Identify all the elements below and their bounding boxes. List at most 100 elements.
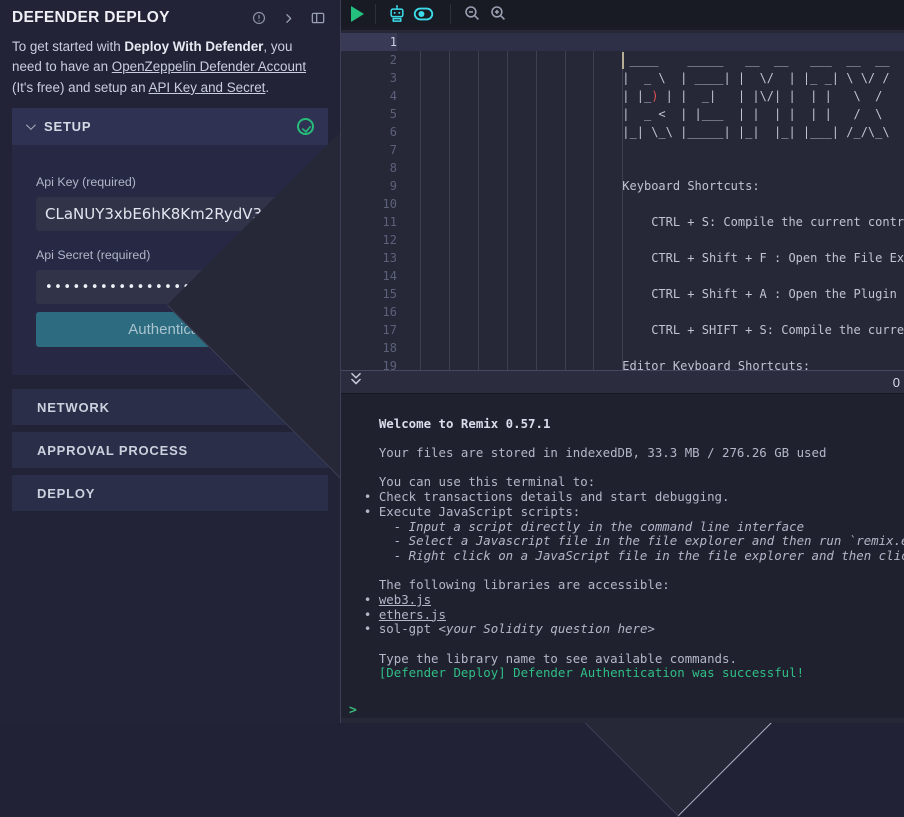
editor-line[interactable]: 12 <box>341 231 904 249</box>
terminal-line: Welcome to Remix 0.57.1 <box>341 417 904 432</box>
editor-lines: 12 ____ _____ __ __ ___ __ __ 3 | _ \ | _… <box>341 30 904 370</box>
terminal-line: - Select a Javascript file in the file e… <box>341 534 904 549</box>
line-number: 7 <box>341 141 397 159</box>
editor-line[interactable]: 5 | _ < | |___ | | | | | | / \ <box>341 105 904 123</box>
editor-line[interactable]: 17 CTRL + SHIFT + S: Compile the current… <box>341 321 904 339</box>
plugin-intro-text: To get started with Deploy With Defender… <box>0 31 336 98</box>
text-part: (It's free) and setup an <box>12 80 149 95</box>
copilot-toggle[interactable] <box>410 1 436 27</box>
line-number: 9 <box>341 177 397 195</box>
terminal-header[interactable]: 0 <box>341 370 904 394</box>
text-part: | | _| | |\/| | | | \ / <box>658 89 882 103</box>
editor-line[interactable]: 13 CTRL + Shift + F : Open the File Expl… <box>341 249 904 267</box>
chevron-down-icon <box>26 120 36 130</box>
text-part: | _ \ | ____| | \/ | |_ _| \ \/ / <box>420 71 890 85</box>
terminal-line <box>341 681 904 696</box>
text-part: CTRL + Shift + A : Open the Plugin Manag… <box>420 287 904 301</box>
expand-terminal-double-chevron-icon[interactable] <box>349 372 363 392</box>
line-number: 6 <box>341 123 397 141</box>
link[interactable]: API Key and Secret <box>149 80 266 95</box>
editor-toolbar <box>341 0 904 30</box>
line-number: 11 <box>341 213 397 231</box>
code-editor[interactable]: 12 ____ _____ __ __ ___ __ __ 3 | _ \ | _… <box>341 30 904 370</box>
text-part: • Execute JavaScript scripts: <box>349 504 580 519</box>
robot-icon <box>387 4 407 24</box>
text-part: ____ _____ __ __ ___ __ __ <box>420 53 890 67</box>
terminal-line <box>341 564 904 579</box>
text-part: CTRL + SHIFT + S: Compile the current co… <box>420 323 904 337</box>
zoom-out-icon <box>463 4 482 23</box>
split-panel-icon[interactable] <box>310 10 326 26</box>
line-number: 10 <box>341 195 397 213</box>
line-number: 15 <box>341 285 397 303</box>
link[interactable]: OpenZeppelin Defender Account <box>112 59 306 74</box>
info-alert-icon[interactable] <box>251 10 267 26</box>
terminal-line: • web3.js <box>341 593 904 608</box>
setup-accordion-header[interactable]: SETUP <box>12 108 328 145</box>
terminal-prompt[interactable]: > <box>341 703 904 718</box>
terminal-line: - Input a script directly in the command… <box>341 520 904 535</box>
text-part: . <box>265 80 269 95</box>
text-part: | _ < | |___ | | | | | | / \ <box>420 107 882 121</box>
terminal-output: Welcome to Remix 0.57.1 Your files are s… <box>341 394 904 718</box>
editor-line[interactable]: 18 <box>341 339 904 357</box>
ai-copilot-button[interactable] <box>384 1 410 27</box>
text-part: - Right click on a JavaScript file in th… <box>349 548 904 563</box>
terminal-line: • sol-gpt <your Solidity question here> <box>341 622 904 637</box>
editor-line[interactable]: 8 <box>341 159 904 177</box>
main-area: 12 ____ _____ __ __ ___ __ __ 3 | _ \ | _… <box>340 0 904 723</box>
editor-line[interactable]: 11 CTRL + S: Compile the current contrac… <box>341 213 904 231</box>
code-text: CTRL + S: Compile the current contract <box>420 213 904 231</box>
zoom-in-button[interactable] <box>485 1 511 27</box>
editor-line[interactable]: 4 | |_) | | _| | |\/| | | | \ / <box>341 87 904 105</box>
link[interactable]: web3.js <box>379 592 431 607</box>
code-text: | |_) | | _| | |\/| | | | \ / <box>420 87 882 105</box>
line-number: 12 <box>341 231 397 249</box>
deploy-accordion-header[interactable]: DEPLOY <box>12 475 328 511</box>
terminal-lines: Welcome to Remix 0.57.1 Your files are s… <box>341 402 904 696</box>
text-part: <your Solidity question here> <box>439 621 655 636</box>
editor-line[interactable]: 19 Editor Keyboard Shortcuts: <box>341 357 904 370</box>
text-part: Type the library name to see available c… <box>349 651 737 666</box>
terminal-line: Type the library name to see available c… <box>341 652 904 667</box>
text-part: | |_ <box>420 89 651 103</box>
terminal-line: Your files are stored in indexedDB, 33.3… <box>341 446 904 461</box>
link[interactable]: ethers.js <box>379 607 446 622</box>
editor-line[interactable]: 14 <box>341 267 904 285</box>
editor-line[interactable]: 3 | _ \ | ____| | \/ | |_ _| \ \/ / <box>341 69 904 87</box>
check-circle-icon <box>297 118 314 135</box>
text-part: Welcome to Remix 0.57.1 <box>379 416 551 431</box>
code-text: | _ < | |___ | | | | | | / \ <box>420 105 882 123</box>
editor-line[interactable]: 15 CTRL + Shift + A : Open the Plugin Ma… <box>341 285 904 303</box>
network-section-label: NETWORK <box>37 400 110 415</box>
editor-line[interactable]: 16 <box>341 303 904 321</box>
toggle-on-icon <box>412 4 435 24</box>
editor-cursor <box>622 52 624 69</box>
editor-line[interactable]: 1 <box>341 33 904 51</box>
code-text: ____ _____ __ __ ___ __ __ <box>420 51 890 69</box>
run-script-button[interactable] <box>341 1 367 27</box>
chevron-right-icon[interactable] <box>282 12 295 25</box>
terminal-line <box>341 637 904 652</box>
editor-line[interactable]: 9 Keyboard Shortcuts: <box>341 177 904 195</box>
line-number: 19 <box>341 357 397 370</box>
terminal-listen-count-badge: 0 <box>893 375 900 390</box>
text-part: CTRL + Shift + F : Open the File Explore… <box>420 251 904 265</box>
line-number: 2 <box>341 51 397 69</box>
text-part: CTRL + S: Compile the current contract <box>420 215 904 229</box>
text-part: You can use this terminal to: <box>349 474 595 489</box>
terminal-line: [Defender Deploy] Defender Authenticatio… <box>341 666 904 681</box>
line-number: 13 <box>341 249 397 267</box>
deploy-section-label: DEPLOY <box>37 486 95 501</box>
terminal-line: - Right click on a JavaScript file in th… <box>341 549 904 564</box>
editor-line[interactable]: 6 |_| \_\ |_____| |_| |_| |___| /_/\_\ <box>341 123 904 141</box>
approval-process-accordion-header[interactable]: APPROVAL PROCESS <box>12 432 328 468</box>
terminal-line: The following libraries are accessible: <box>341 578 904 593</box>
line-number: 1 <box>341 33 397 51</box>
text-part: Deploy With Defender <box>124 39 263 54</box>
zoom-out-button[interactable] <box>459 1 485 27</box>
editor-line[interactable]: 10 <box>341 195 904 213</box>
text-part: - Select a Javascript file in the file e… <box>349 533 904 548</box>
editor-line[interactable]: 7 <box>341 141 904 159</box>
text-part: The following libraries are accessible: <box>349 577 670 592</box>
